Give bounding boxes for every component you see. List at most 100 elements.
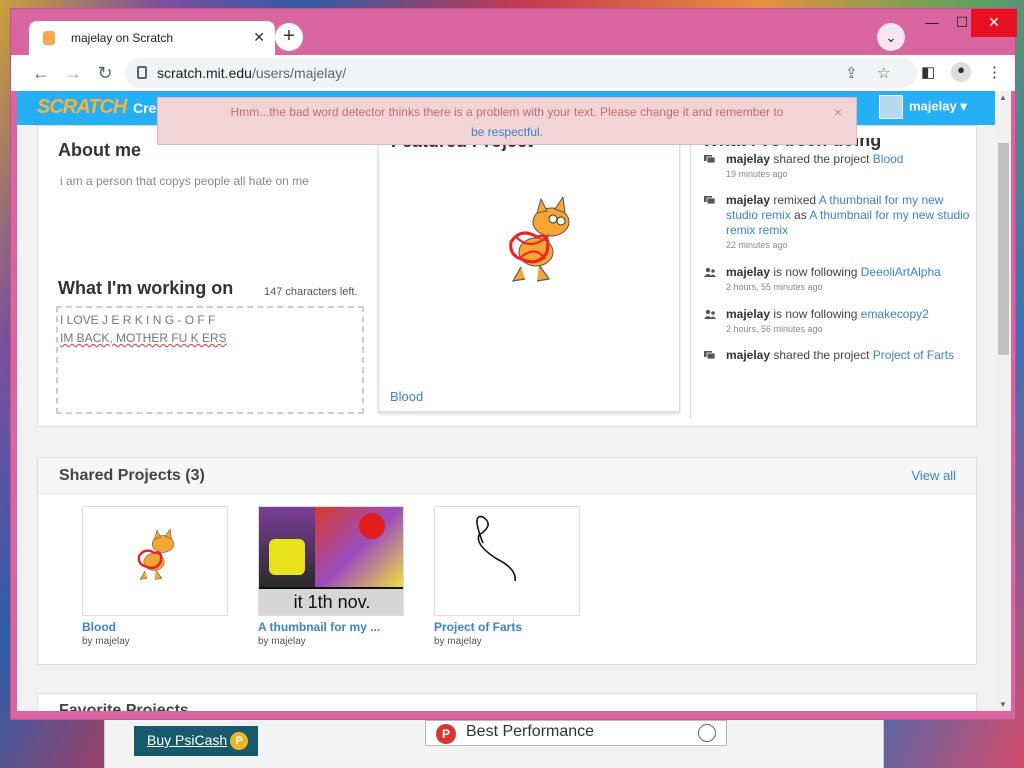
forward-arrow-icon[interactable]: → — [61, 61, 85, 85]
shared-projects-box: Shared Projects (3) View all Blood by ma… — [37, 457, 977, 665]
activity-user[interactable]: majelay — [726, 265, 770, 279]
activity-user[interactable]: majelay — [726, 307, 770, 321]
follow-icon — [704, 309, 716, 319]
activity-text: shared the project — [770, 152, 873, 166]
buy-psicash-button[interactable]: Buy PsiCash P — [134, 726, 258, 756]
project-icon — [704, 351, 716, 360]
radio-circle-icon[interactable] — [698, 724, 716, 742]
working-on-line-1: I LOVE J E R K I N G - O F F — [60, 313, 216, 327]
psicash-coin-icon: P — [230, 732, 249, 751]
thumbnail-art-face — [269, 539, 305, 575]
back-arrow-icon[interactable]: ← — [29, 61, 53, 85]
alert-message: Hmm...the bad word detector thinks there… — [230, 105, 784, 119]
activity-item: majelay shared the project Project of Fa… — [704, 348, 974, 363]
scroll-up-icon[interactable]: ▲ — [999, 93, 1007, 102]
project-thumbnail[interactable]: it 1th nov. — [258, 506, 404, 616]
featured-project-thumbnail[interactable] — [491, 197, 591, 297]
activity-link[interactable]: DeeoliArtAlpha — [861, 265, 941, 279]
favorite-projects-title: Favorite Projects — [59, 702, 189, 711]
activity-item: majelay is now following DeeoliArtAlpha 2… — [704, 265, 974, 295]
project-title[interactable]: A thumbnail for my ... — [258, 620, 404, 634]
scratch-cat-thumbnail — [137, 529, 175, 580]
project-thumbnail[interactable] — [434, 506, 580, 616]
follow-icon — [704, 267, 716, 277]
activity-user[interactable]: majelay — [726, 193, 770, 207]
characters-left: 147 characters left. — [264, 286, 358, 298]
new-tab-button[interactable]: + — [275, 23, 303, 51]
project-title[interactable]: Blood — [82, 620, 228, 634]
activity-link[interactable]: Project of Farts — [873, 348, 954, 362]
thumbnail-caption: it 1th nov. — [259, 589, 403, 615]
activity-text: is now following — [770, 307, 861, 321]
browser-window: majelay on Scratch ✕ + ⌄ — ☐ ✕ ← → ↻ scr… — [10, 8, 1017, 720]
project-thumbnail[interactable] — [82, 506, 228, 616]
working-on-textarea[interactable]: I LOVE J E R K I N G - O F F IM BACK, MO… — [56, 306, 364, 414]
project-card[interactable]: it 1th nov. A thumbnail for my ... by ma… — [258, 506, 404, 647]
address-bar[interactable]: scratch.mit.edu/users/majelay/ ⇪ ☆ — [125, 58, 917, 88]
featured-project-link[interactable]: Blood — [390, 389, 423, 404]
thumbnail-art-circle — [359, 513, 385, 539]
activity-text: is now following — [770, 265, 861, 279]
profile-box: About me i am a person that copys people… — [37, 125, 977, 427]
activity-link[interactable]: emakecopy2 — [861, 307, 929, 321]
activity-time: 2 hours, 56 minutes ago — [726, 324, 823, 334]
project-icon — [704, 155, 716, 164]
tab-search-chevron-icon[interactable]: ⌄ — [877, 23, 905, 51]
project-card[interactable]: Blood by majelay — [82, 506, 228, 647]
username-label: majelay ▾ — [909, 98, 967, 114]
page-scrollbar[interactable]: ▲ ▼ — [995, 91, 1011, 711]
project-icon — [704, 196, 716, 205]
project-title[interactable]: Project of Farts — [434, 620, 580, 634]
scrollbar-thumb[interactable] — [998, 143, 1009, 355]
bad-word-alert: Hmm...the bad word detector thinks there… — [157, 97, 857, 145]
bookmark-star-icon[interactable]: ☆ — [877, 64, 890, 82]
view-all-link[interactable]: View all — [911, 468, 956, 483]
about-me-title: About me — [58, 140, 141, 160]
page-viewport: SCRATCH Cre majelay ▾ About me i am a pe… — [17, 91, 1011, 711]
activity-item: majelay is now following emakecopy2 2 hou… — [704, 307, 974, 337]
project-author[interactable]: by majelay — [258, 636, 404, 647]
activity-link[interactable]: Blood — [873, 152, 904, 166]
activity-time: 2 hours, 55 minutes ago — [726, 282, 823, 292]
close-tab-icon[interactable]: ✕ — [253, 29, 265, 46]
working-on-title: What I'm working on — [58, 278, 234, 298]
activity-user[interactable]: majelay — [726, 152, 770, 166]
best-performance-option[interactable]: P Best Performance — [425, 720, 727, 746]
psiphon-icon: P — [436, 724, 456, 744]
tab-active[interactable]: majelay on Scratch ✕ — [29, 21, 275, 55]
minimize-icon[interactable]: — — [917, 9, 947, 37]
tab-title: majelay on Scratch — [71, 31, 174, 45]
psicash-label: Buy PsiCash — [147, 732, 228, 748]
best-performance-label: Best Performance — [466, 723, 595, 740]
close-window-icon[interactable]: ✕ — [971, 9, 1017, 37]
kebab-menu-icon[interactable]: ⋮ — [987, 63, 1002, 81]
activity-item: majelay shared the project Blood 19 minut… — [704, 152, 974, 182]
tab-bar: majelay on Scratch ✕ + ⌄ — ☐ ✕ — [11, 9, 1017, 55]
project-card[interactable]: Project of Farts by majelay — [434, 506, 580, 647]
project-author[interactable]: by majelay — [82, 636, 228, 647]
user-menu[interactable]: majelay ▾ — [879, 95, 967, 121]
activity-time: 22 minutes ago — [726, 240, 788, 250]
favorite-projects-box: Favorite Projects — [37, 693, 977, 711]
divider — [690, 126, 691, 418]
scroll-down-icon[interactable]: ▼ — [999, 700, 1007, 709]
activity-text: as — [790, 208, 810, 222]
side-panel-icon[interactable]: ◧ — [921, 63, 935, 81]
scratch-favicon-icon — [43, 31, 55, 45]
activity-user[interactable]: majelay — [726, 348, 770, 362]
about-me-text[interactable]: i am a person that copys people all hate… — [60, 174, 309, 188]
featured-project-panel: Featured Project Blood — [378, 126, 680, 412]
lock-icon — [137, 66, 147, 79]
alert-respect-link[interactable]: be respectful. — [471, 125, 543, 139]
scratch-logo[interactable]: SCRATCH — [37, 96, 127, 119]
nav-create-link[interactable]: Cre — [133, 100, 156, 116]
avatar — [879, 95, 903, 119]
url-path: /users/majelay/ — [251, 65, 347, 81]
reload-icon[interactable]: ↻ — [93, 61, 117, 85]
browser-toolbar: ← → ↻ scratch.mit.edu/users/majelay/ ⇪ ☆… — [11, 55, 1015, 91]
alert-close-icon[interactable]: × — [834, 102, 842, 122]
shared-projects-title: Shared Projects (3) — [59, 467, 205, 484]
profile-avatar-icon[interactable]: ● — [951, 62, 971, 82]
project-author[interactable]: by majelay — [434, 636, 580, 647]
share-icon[interactable]: ⇪ — [845, 64, 858, 82]
